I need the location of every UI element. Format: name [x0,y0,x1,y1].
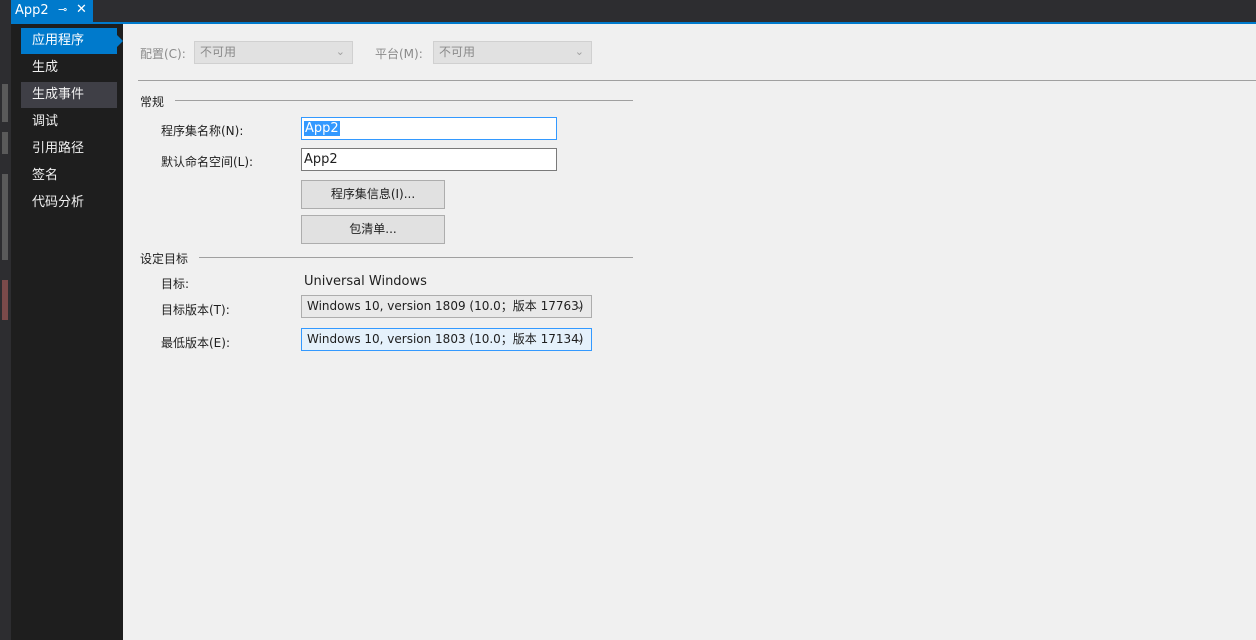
target-version-label: 目标版本(T): [161,303,230,317]
chevron-down-icon: ⌄ [574,45,584,58]
chevron-down-icon: ⌄ [574,299,584,312]
target-value: Universal Windows [304,274,427,289]
configuration-dropdown[interactable]: 不可用 ⌄ [194,41,353,64]
tab-title: App2 [15,3,49,18]
min-version-dropdown[interactable]: Windows 10, version 1803 (10.0；版本 17134)… [301,328,592,351]
chevron-down-icon: ⌄ [574,332,584,345]
sidebar-item-build[interactable]: 生成 [21,55,117,81]
sidebar-item-build-events[interactable]: 生成事件 [21,82,117,108]
sidebar-item-label: 生成事件 [32,87,85,102]
assembly-name-label: 程序集名称(N): [161,124,244,138]
application-page: 配置(C): 不可用 ⌄ 平台(M): 不可用 ⌄ 常规 程序集名称(N): A… [123,24,1256,640]
assembly-name-input[interactable]: App2 [301,117,557,140]
toolbar-divider [138,80,1256,81]
target-label: 目标: [161,277,190,291]
sidebar-item-label: 调试 [32,114,59,129]
target-version-value: Windows 10, version 1809 (10.0；版本 17763) [307,299,584,313]
sidebar-item-reference-paths[interactable]: 引用路径 [21,136,117,162]
sidebar-item-label: 引用路径 [32,141,85,156]
targeting-section-divider [199,257,633,258]
sidebar-item-label: 生成 [32,60,59,75]
tool-window-tab[interactable] [2,280,8,320]
sidebar-item-label: 代码分析 [32,195,85,210]
configuration-value: 不可用 [200,45,237,59]
sidebar-item-signing[interactable]: 签名 [21,163,117,189]
chevron-down-icon: ⌄ [335,45,345,58]
sidebar-item-label: 签名 [32,168,59,183]
default-namespace-label: 默认命名空间(L): [161,155,254,169]
sidebar-item-label: 应用程序 [32,33,85,48]
sidebar-item-code-analysis[interactable]: 代码分析 [21,190,117,216]
min-version-value: Windows 10, version 1803 (10.0；版本 17134) [307,332,584,346]
sidebar-item-application[interactable]: 应用程序 [21,28,123,54]
platform-dropdown[interactable]: 不可用 ⌄ [433,41,592,64]
general-section-title: 常规 [140,95,165,109]
tool-window-tab[interactable] [2,174,8,260]
document-tab-app2[interactable]: App2 ⊸ ✕ [11,0,93,22]
platform-value: 不可用 [439,45,476,59]
general-section-divider [175,100,633,101]
default-namespace-input[interactable]: App2 [301,148,557,171]
tool-window-tab[interactable] [2,132,8,154]
property-pages-sidebar: 应用程序 生成 生成事件 调试 引用路径 签名 代码分析 [11,24,123,640]
targeting-section-title: 设定目标 [140,252,189,266]
min-version-label: 最低版本(E): [161,336,230,350]
collapsed-tool-strip[interactable] [0,22,11,640]
assembly-information-button[interactable]: 程序集信息(I)... [301,180,445,209]
configuration-label: 配置(C): [140,47,186,61]
close-icon[interactable]: ✕ [76,2,87,17]
default-namespace-value: App2 [304,152,338,167]
tool-window-tab[interactable] [2,84,8,122]
package-manifest-button[interactable]: 包清单... [301,215,445,244]
pin-icon[interactable]: ⊸ [58,3,67,16]
document-tab-bar: App2 ⊸ ✕ [0,0,1256,22]
target-version-dropdown[interactable]: Windows 10, version 1809 (10.0；版本 17763)… [301,295,592,318]
platform-label: 平台(M): [375,47,423,61]
sidebar-item-debug[interactable]: 调试 [21,109,117,135]
assembly-name-value: App2 [304,121,340,136]
